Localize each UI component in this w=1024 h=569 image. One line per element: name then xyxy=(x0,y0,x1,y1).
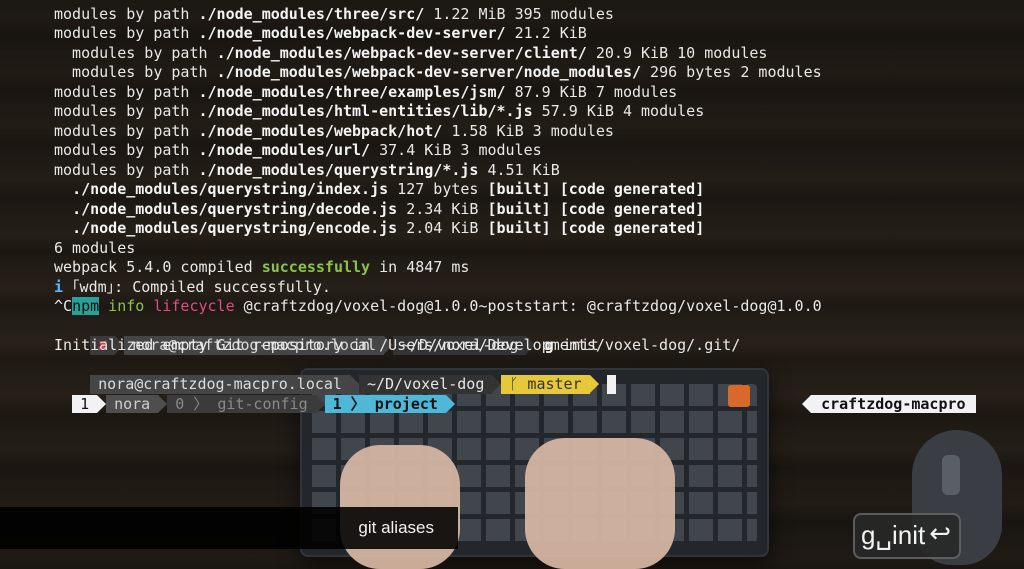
keystroke-text: g␣init xyxy=(861,520,926,550)
host-name: craftzdog-macpro xyxy=(811,395,976,413)
git-branch-name: master xyxy=(527,375,582,393)
keystroke-overlay: g␣init ↩ xyxy=(853,513,961,559)
mouse-wheel xyxy=(942,455,960,495)
terminal-line: modules by path ./node_modules/webpack-d… xyxy=(54,63,822,81)
session-number: 1 xyxy=(72,395,98,413)
git-branch-icon: ᚴ xyxy=(509,375,519,393)
terminal-line: modules by path ./node_modules/webpack-d… xyxy=(54,24,587,42)
prompt-line-2[interactable]: nora@craftzdog-macpro.local ~/D/voxel-dog… xyxy=(54,356,616,394)
terminal-line: ./node_modules/querystring/index.js 127 … xyxy=(72,180,705,198)
right-hand xyxy=(525,438,675,569)
info-icon: i xyxy=(54,278,64,296)
tab-window-1-active[interactable]: 1 〉 project xyxy=(324,395,446,413)
tmux-status-right: craftzdog-macpro xyxy=(784,376,976,413)
compiled-line: webpack 5.4.0 compiled successfully in 4… xyxy=(54,258,470,276)
caption-text: git aliases xyxy=(358,518,434,537)
git-branch-segment: ᚴ master xyxy=(501,375,590,394)
terminal-line: modules by path ./node_modules/three/exa… xyxy=(54,83,678,101)
terminal-line: modules by path ./node_modules/url/ 37.4… xyxy=(54,141,542,159)
terminal-line: modules by path ./node_modules/webpack-d… xyxy=(54,44,768,62)
modules-count: 6 modules xyxy=(54,239,136,257)
npm-lifecycle-line: ^Cnpm info lifecycle @craftzdog/voxel-do… xyxy=(54,297,822,315)
terminal-line: modules by path ./node_modules/three/src… xyxy=(54,5,614,23)
text-cursor[interactable] xyxy=(606,375,616,394)
caption-bar: git aliases xyxy=(0,507,458,549)
terminal-line: ./node_modules/querystring/decode.js 2.3… xyxy=(72,200,705,218)
terminal-line: modules by path ./node_modules/querystri… xyxy=(54,161,560,179)
terminal-window[interactable]: modules by path ./node_modules/three/src… xyxy=(0,0,1024,400)
session-name: nora xyxy=(106,395,159,413)
return-icon: ↩ xyxy=(929,519,951,549)
terminal-line: ./node_modules/querystring/encode.js 2.0… xyxy=(72,219,705,237)
prompt-line-1: ✘ nora@craftzdog-macpro.local ~/D/voxel-do… xyxy=(54,317,599,355)
terminal-line: modules by path ./node_modules/html-enti… xyxy=(54,102,705,120)
git-init-output: Initialized empty Git repository in /Use… xyxy=(54,336,741,354)
terminal-line: modules by path ./node_modules/webpack/h… xyxy=(54,122,614,140)
tmux-status-left: 1 nora 0 〉 git-config 1 〉 project xyxy=(54,376,455,413)
wdm-line: i ｢wdm｣: Compiled successfully. xyxy=(54,278,331,296)
tab-window-0[interactable]: 0 〉 git-config xyxy=(167,395,316,413)
